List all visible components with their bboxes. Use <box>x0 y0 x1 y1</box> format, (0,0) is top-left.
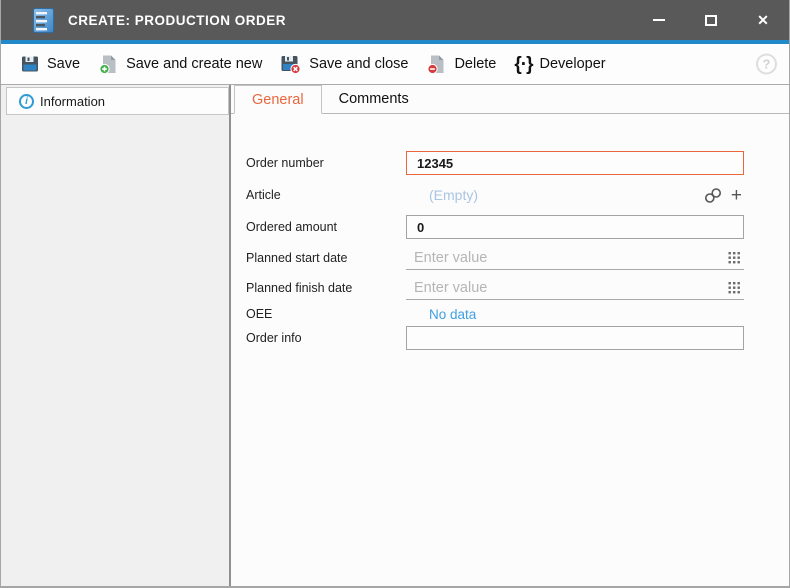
close-button[interactable]: ✕ <box>737 0 789 40</box>
field-row-article: Article (Empty) + <box>246 183 744 207</box>
content-panel: General Comments Order number Article (E… <box>231 85 789 586</box>
maximize-button[interactable] <box>685 0 737 40</box>
date-picker-icon[interactable] <box>728 282 741 295</box>
field-row-order-number: Order number <box>246 151 744 175</box>
window-title: CREATE: PRODUCTION ORDER <box>68 13 286 28</box>
main-area: i Information General Comments Order num… <box>1 85 789 586</box>
developer-label: Developer <box>540 56 606 72</box>
dialog-window: CREATE: PRODUCTION ORDER ✕ Save <box>0 0 790 588</box>
delete-icon <box>426 54 447 75</box>
save-button[interactable]: Save <box>11 50 89 78</box>
save-and-create-new-button[interactable]: Save and create new <box>89 50 271 79</box>
save-label: Save <box>47 56 80 72</box>
help-icon: ? <box>763 57 771 72</box>
save-and-close-button[interactable]: Save and close <box>271 50 417 79</box>
field-row-planned-finish-date: Planned finish date <box>246 276 744 300</box>
window-controls: ✕ <box>633 0 789 40</box>
app-icon <box>33 8 54 33</box>
planned-start-date-input[interactable] <box>406 246 744 270</box>
title-bar: CREATE: PRODUCTION ORDER ✕ <box>1 0 789 40</box>
field-row-oee: OEE No data <box>246 304 744 324</box>
order-info-label: Order info <box>246 331 406 345</box>
field-row-planned-start-date: Planned start date <box>246 246 744 270</box>
planned-start-date-label: Planned start date <box>246 251 406 265</box>
save-icon <box>20 54 40 74</box>
article-value: (Empty) <box>406 187 478 203</box>
article-lookup[interactable]: (Empty) + <box>406 183 744 207</box>
close-icon: ✕ <box>757 13 769 27</box>
order-info-input[interactable] <box>406 326 744 350</box>
help-button[interactable]: ? <box>756 54 777 75</box>
tab-comments[interactable]: Comments <box>322 85 426 113</box>
developer-button[interactable]: {·} Developer <box>505 51 614 78</box>
oee-no-data-link[interactable]: No data <box>406 307 476 322</box>
maximize-icon <box>705 15 717 26</box>
info-icon: i <box>19 94 34 109</box>
sidebar: i Information <box>1 85 231 586</box>
sidebar-item-information[interactable]: i Information <box>6 87 229 115</box>
oee-label: OEE <box>246 307 406 321</box>
date-picker-icon[interactable] <box>728 252 741 265</box>
tab-bar: General Comments <box>231 85 789 114</box>
minimize-button[interactable] <box>633 0 685 40</box>
link-icon[interactable] <box>704 187 722 204</box>
planned-finish-date-input[interactable] <box>406 276 744 300</box>
tab-general[interactable]: General <box>234 85 322 114</box>
ordered-amount-input[interactable] <box>406 215 744 239</box>
developer-icon: {·} <box>514 55 532 74</box>
field-row-order-info: Order info <box>246 326 744 350</box>
ordered-amount-label: Ordered amount <box>246 220 406 234</box>
field-row-ordered-amount: Ordered amount <box>246 215 744 239</box>
save-and-close-label: Save and close <box>309 56 408 72</box>
article-label: Article <box>246 188 406 202</box>
save-and-create-new-label: Save and create new <box>126 56 262 72</box>
minimize-icon <box>653 19 665 21</box>
information-label: Information <box>40 94 105 109</box>
order-number-input[interactable] <box>406 151 744 175</box>
delete-button[interactable]: Delete <box>417 50 505 79</box>
save-new-icon <box>98 54 119 75</box>
toolbar: Save Save and create new Save and close <box>1 44 789 85</box>
plus-icon[interactable]: + <box>731 186 742 205</box>
delete-label: Delete <box>454 56 496 72</box>
save-close-icon <box>280 54 302 75</box>
order-number-label: Order number <box>246 156 406 170</box>
planned-finish-date-label: Planned finish date <box>246 281 406 295</box>
form: Order number Article (Empty) <box>231 114 789 586</box>
